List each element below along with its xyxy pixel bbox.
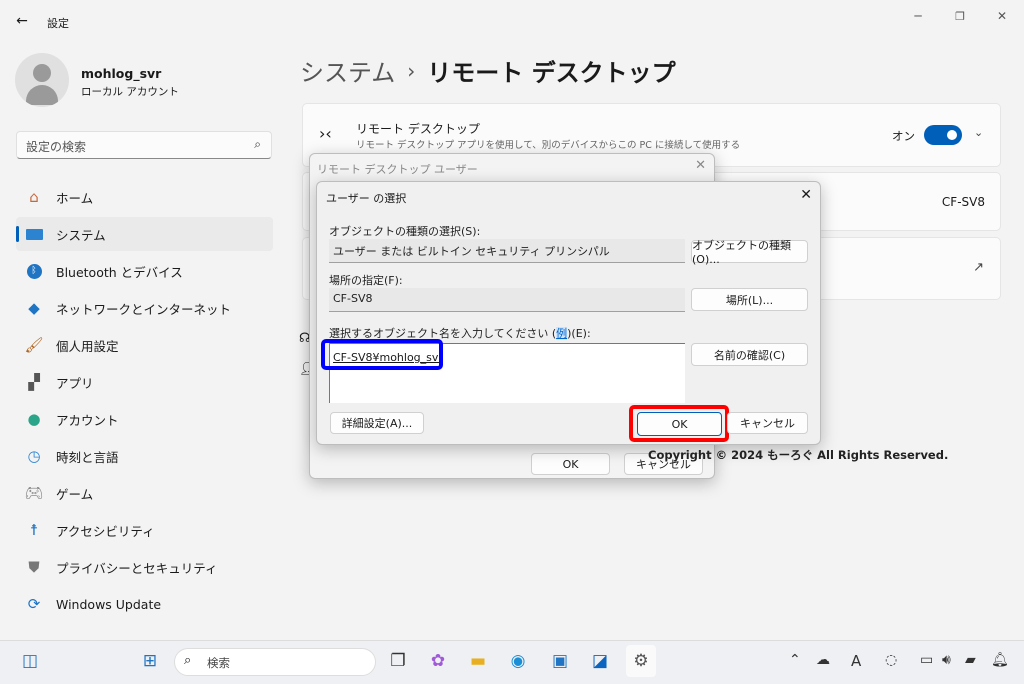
chevron-down-icon[interactable]: ⌄ — [974, 126, 983, 139]
nav-label: プライバシーとセキュリティ — [56, 560, 218, 576]
notification-bell-icon[interactable]: 🔔︎ — [991, 652, 1009, 668]
onedrive-offline-icon[interactable]: ☁ — [816, 652, 830, 668]
blue-highlight-box — [321, 339, 443, 370]
task-view-icon[interactable]: ❐ — [383, 645, 413, 677]
show-hidden-icons-chevron[interactable]: ⌃ — [789, 652, 801, 668]
nav-label: アカウント — [56, 412, 119, 428]
sidebar-item-accessibility[interactable]: ☨ アクセシビリティ — [16, 513, 273, 547]
avatar — [15, 53, 69, 107]
sidebar-item-home[interactable]: ⌂ ホーム — [16, 180, 273, 214]
search-icon: ⌕ — [184, 653, 192, 668]
home-icon: ⌂ — [29, 188, 39, 206]
profile-name: mohlog_svr — [81, 66, 162, 81]
nav-label: ホーム — [56, 190, 94, 206]
advanced-button[interactable]: 詳細設定(A)... — [330, 412, 424, 434]
sidebar-item-windows-update[interactable]: ⟳ Windows Update — [16, 587, 273, 621]
file-explorer-icon[interactable]: ▬ — [463, 645, 493, 677]
sidebar-item-network[interactable]: ◆ ネットワークとインターネット — [16, 291, 273, 325]
red-highlight-box — [629, 405, 729, 442]
back-dialog-title: リモート デスクトップ ユーザー — [317, 163, 478, 176]
nav-label: ゲーム — [56, 486, 94, 502]
outlook-icon[interactable]: ◪ — [585, 645, 615, 677]
widgets-icon[interactable]: ◫ — [15, 645, 45, 677]
location-field: CF-SV8 — [329, 288, 685, 312]
rd-desc: リモート デスクトップ アプリを使用して、別のデバイスからこの PC に接続して… — [356, 140, 741, 151]
sidebar-item-time-language[interactable]: ◷ 時刻と言語 — [16, 439, 273, 473]
gamepad-icon: 🎮︎ — [24, 484, 44, 502]
close-icon[interactable]: ✕ — [800, 187, 812, 203]
edge-icon[interactable]: ◉ — [503, 645, 533, 677]
rd-title: リモート デスクトップ — [356, 122, 480, 136]
page-title: リモート デスクトップ — [427, 59, 676, 87]
nav-label: 個人用設定 — [56, 338, 119, 354]
bluetooth-icon: ᛒ — [24, 261, 44, 281]
select-users-dialog: ユーザー の選択 ✕ オブジェクトの種類の選択(S): ユーザー または ビルト… — [316, 181, 821, 445]
sidebar-item-personalization[interactable]: 🖌 個人用設定 — [16, 328, 273, 362]
remote-desktop-toggle[interactable] — [924, 125, 962, 145]
close-icon[interactable]: ✕ — [695, 158, 706, 173]
window-title: 設定 — [47, 17, 69, 30]
toggle-label: オン — [892, 129, 915, 143]
breadcrumb-separator: › — [407, 58, 416, 83]
accessibility-icon: ☨ — [29, 521, 39, 539]
update-icon: ⟳ — [27, 595, 41, 613]
taskbar-search-placeholder: 検索 — [207, 656, 230, 670]
copilot-icon[interactable]: ✿ — [423, 645, 453, 677]
back-arrow-icon[interactable]: ← — [12, 12, 32, 30]
external-link-icon[interactable]: ↗ — [973, 260, 984, 275]
settings-taskbar-icon[interactable]: ⚙ — [626, 645, 656, 677]
start-icon[interactable]: ⊞ — [135, 645, 165, 677]
object-type-label: オブジェクトの種類の選択(S): — [329, 225, 481, 238]
sidebar-item-accounts[interactable]: ● アカウント — [16, 402, 273, 436]
maximize-icon[interactable]: ❐ — [950, 6, 970, 26]
nav-label: 時刻と言語 — [56, 449, 119, 465]
label-text: )(E): — [567, 327, 591, 340]
cancel-button[interactable]: キャンセル — [727, 412, 808, 434]
sidebar-item-bluetooth[interactable]: ᛒ Bluetooth とデバイス — [16, 254, 273, 288]
search-icon: ⌕ — [254, 137, 261, 151]
clock-globe-icon: ◷ — [27, 447, 41, 465]
breadcrumb-parent[interactable]: システム — [300, 53, 395, 88]
store-icon[interactable]: ▣ — [545, 645, 575, 677]
shield-icon: ⛊ — [28, 558, 40, 576]
nav-label: Windows Update — [56, 596, 162, 612]
object-types-button[interactable]: オブジェクトの種類(O)... — [691, 239, 808, 266]
brush-icon: 🖌 — [24, 336, 44, 354]
search-placeholder: 設定の検索 — [26, 140, 87, 154]
sidebar-item-system[interactable]: システム — [16, 217, 273, 251]
settings-search-input[interactable]: 設定の検索 ⌕ — [16, 131, 272, 159]
nav-label: Bluetooth とデバイス — [56, 264, 183, 280]
nav-label: アクセシビリティ — [56, 523, 155, 539]
remote-desktop-icon: ›‹ — [319, 124, 332, 143]
volume-icon[interactable]: 🔊︎ — [942, 652, 951, 668]
minimize-icon[interactable]: ─ — [908, 6, 928, 26]
check-names-button[interactable]: 名前の確認(C) — [691, 343, 808, 366]
examples-link[interactable]: 例 — [556, 327, 568, 340]
ime-indicator[interactable]: A — [851, 652, 861, 670]
nav-label: アプリ — [56, 375, 94, 391]
sidebar-item-privacy[interactable]: ⛊ プライバシーとセキュリティ — [16, 550, 273, 584]
ime-mode-icon[interactable]: ◌ — [885, 652, 897, 668]
network-icon[interactable]: ▭ — [920, 652, 933, 668]
monitor-icon — [24, 224, 44, 244]
back-ok-button[interactable]: OK — [531, 453, 610, 475]
locations-button[interactable]: 場所(L)... — [691, 288, 808, 311]
battery-icon[interactable]: ▰ — [965, 652, 976, 668]
account-icon: ● — [27, 410, 41, 428]
nav-label: システム — [56, 227, 106, 243]
object-type-field: ユーザー または ビルトイン セキュリティ プリンシパル — [329, 239, 685, 263]
taskbar-search[interactable]: ⌕ 検索 — [174, 648, 376, 676]
apps-icon: ▞ — [28, 373, 40, 391]
location-label: 場所の指定(F): — [329, 274, 403, 287]
copyright-watermark: Copyright © 2024 もーろぐ All Rights Reserve… — [648, 448, 949, 462]
dialog-title: ユーザー の選択 — [326, 192, 407, 205]
breadcrumb: システム › リモート デスクトップ — [300, 53, 676, 88]
nav-label: ネットワークとインターネット — [56, 301, 232, 317]
wifi-icon: ◆ — [28, 299, 40, 317]
sidebar-item-apps[interactable]: ▞ アプリ — [16, 365, 273, 399]
profile-type: ローカル アカウント — [81, 86, 179, 98]
sidebar-item-gaming[interactable]: 🎮︎ ゲーム — [16, 476, 273, 510]
pc-name-value: CF-SV8 — [941, 195, 985, 209]
close-icon[interactable]: ✕ — [992, 6, 1012, 26]
